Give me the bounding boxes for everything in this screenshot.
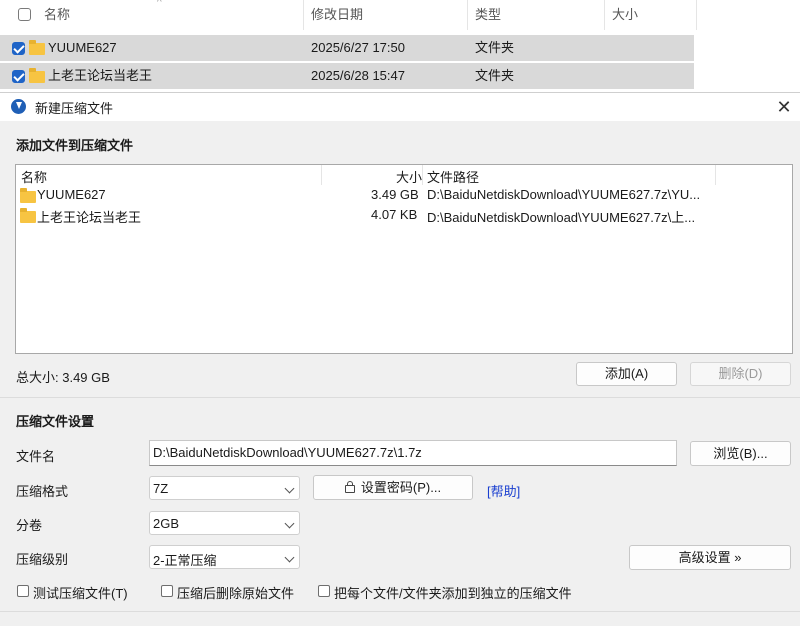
set-password-button[interactable]: 设置密码(P)... bbox=[313, 475, 473, 500]
row-checkbox[interactable] bbox=[12, 42, 25, 55]
folder-icon bbox=[20, 208, 36, 223]
filename-input[interactable]: D:\BaiduNetdiskDownload\YUUME627.7z\1.7z bbox=[149, 440, 677, 466]
new-archive-dialog: 新建压缩文件 ✕ 添加文件到压缩文件 名称 大小 文件路径 YUUME627 3… bbox=[0, 92, 800, 626]
filename-label: 文件名 bbox=[16, 449, 56, 464]
column-modified[interactable]: 修改日期 bbox=[311, 0, 363, 30]
column-divider bbox=[696, 0, 697, 30]
row-type: 文件夹 bbox=[475, 40, 515, 55]
file-explorer: 名称 ^ 修改日期 类型 大小 YUUME627 2025/6/27 17:50… bbox=[0, 0, 800, 92]
item-name: 上老王论坛当老王 bbox=[37, 210, 142, 225]
divider bbox=[0, 611, 800, 612]
lock-icon bbox=[344, 481, 355, 493]
test-archive-checkbox[interactable] bbox=[17, 585, 29, 597]
format-select[interactable]: 7Z bbox=[149, 476, 300, 500]
app-logo-icon bbox=[11, 99, 26, 114]
explorer-row[interactable]: 上老王论坛当老王 2025/6/28 15:47 文件夹 bbox=[0, 63, 694, 89]
row-checkbox[interactable] bbox=[12, 70, 25, 83]
column-type[interactable]: 类型 bbox=[475, 0, 501, 30]
split-value: 2GB bbox=[153, 516, 180, 531]
close-icon[interactable]: ✕ bbox=[770, 94, 798, 120]
format-label: 压缩格式 bbox=[16, 484, 69, 499]
column-divider bbox=[715, 165, 716, 185]
delete-after-checkbox[interactable] bbox=[161, 585, 173, 597]
level-label: 压缩级别 bbox=[16, 552, 69, 567]
item-name: YUUME627 bbox=[37, 187, 106, 202]
column-size[interactable]: 大小 bbox=[612, 0, 638, 30]
settings-section-heading: 压缩文件设置 bbox=[16, 414, 95, 429]
browse-button[interactable]: 浏览(B)... bbox=[690, 441, 791, 466]
chevron-down-icon bbox=[284, 552, 295, 563]
advanced-settings-button[interactable]: 高级设置 » bbox=[629, 545, 791, 570]
dialog-titlebar[interactable]: 新建压缩文件 ✕ bbox=[0, 93, 800, 121]
help-link[interactable]: [帮助] bbox=[487, 481, 520, 500]
list-column-path[interactable]: 文件路径 bbox=[427, 167, 479, 186]
chevron-down-icon bbox=[284, 518, 295, 529]
folder-icon bbox=[20, 188, 36, 203]
column-divider bbox=[303, 0, 304, 30]
column-divider bbox=[604, 0, 605, 30]
total-size: 总大小: 3.49 GB bbox=[16, 370, 110, 385]
explorer-header: 名称 ^ 修改日期 类型 大小 bbox=[0, 0, 800, 30]
dialog-title: 新建压缩文件 bbox=[35, 101, 114, 116]
list-item[interactable]: 上老王论坛当老王 4.07 KB D:\BaiduNetdiskDownload… bbox=[16, 206, 792, 226]
item-path: D:\BaiduNetdiskDownload\YUUME627.7z\YU..… bbox=[427, 187, 701, 202]
column-name[interactable]: 名称 bbox=[44, 0, 70, 30]
explorer-row[interactable]: YUUME627 2025/6/27 17:50 文件夹 bbox=[0, 35, 694, 61]
row-modified: 2025/6/28 15:47 bbox=[311, 68, 405, 83]
column-divider bbox=[467, 0, 468, 30]
split-select[interactable]: 2GB bbox=[149, 511, 300, 535]
file-list-header: 名称 大小 文件路径 bbox=[16, 165, 792, 185]
list-column-size[interactable]: 大小 bbox=[396, 167, 422, 186]
column-divider bbox=[422, 165, 423, 185]
file-list[interactable]: 名称 大小 文件路径 YUUME627 3.49 GB D:\BaiduNetd… bbox=[15, 164, 793, 354]
add-section-heading: 添加文件到压缩文件 bbox=[16, 138, 134, 153]
row-name: 上老王论坛当老王 bbox=[48, 68, 153, 83]
row-name: YUUME627 bbox=[48, 40, 117, 55]
sort-caret-icon: ^ bbox=[157, 0, 162, 8]
divider bbox=[0, 397, 800, 398]
item-size: 4.07 KB bbox=[371, 207, 418, 222]
folder-icon bbox=[29, 68, 45, 83]
list-column-name[interactable]: 名称 bbox=[21, 167, 47, 186]
row-modified: 2025/6/27 17:50 bbox=[311, 40, 405, 55]
select-all-checkbox[interactable] bbox=[18, 8, 31, 21]
test-archive-label[interactable]: 测试压缩文件(T) bbox=[33, 583, 128, 602]
level-value: 2-正常压缩 bbox=[153, 553, 217, 568]
format-value: 7Z bbox=[153, 481, 169, 496]
separate-archives-label[interactable]: 把每个文件/文件夹添加到独立的压缩文件 bbox=[334, 583, 572, 602]
level-select[interactable]: 2-正常压缩 bbox=[149, 545, 300, 569]
separate-archives-checkbox[interactable] bbox=[318, 585, 330, 597]
item-path: D:\BaiduNetdiskDownload\YUUME627.7z\上... bbox=[427, 210, 696, 225]
add-button[interactable]: 添加(A) bbox=[576, 362, 677, 386]
folder-icon bbox=[29, 40, 45, 55]
list-item[interactable]: YUUME627 3.49 GB D:\BaiduNetdiskDownload… bbox=[16, 186, 792, 206]
delete-after-label[interactable]: 压缩后删除原始文件 bbox=[177, 583, 294, 602]
split-label: 分卷 bbox=[16, 518, 43, 533]
delete-button[interactable]: 删除(D) bbox=[690, 362, 791, 386]
item-size: 3.49 GB bbox=[371, 187, 419, 202]
set-password-label: 设置密码(P)... bbox=[360, 480, 442, 495]
chevron-down-icon bbox=[284, 483, 295, 494]
column-divider bbox=[321, 165, 322, 185]
row-type: 文件夹 bbox=[475, 68, 515, 83]
